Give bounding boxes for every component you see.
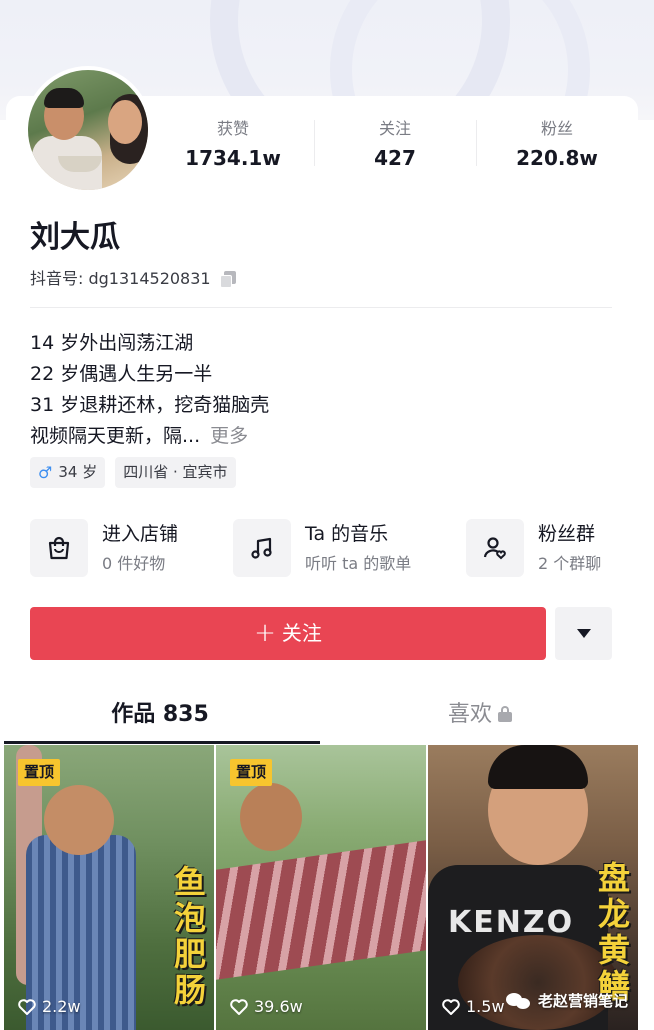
watermark-text: 老赵营销笔记 xyxy=(538,992,629,1010)
age-tag: ♂ 34 岁 xyxy=(30,457,106,488)
shop-title: 进入店铺 xyxy=(102,523,179,545)
video-thumbnail[interactable]: KENZO 盘龙黄鳝 1.5w xyxy=(428,745,638,1030)
video-title: 鱼泡肥肠 xyxy=(169,865,207,1009)
like-count: 39.6w xyxy=(230,997,303,1016)
music-subtitle: 听听 ta 的歌单 xyxy=(305,554,412,573)
bio-line: 22 岁偶遇人生另一半 xyxy=(30,363,213,385)
like-count: 1.5w xyxy=(442,997,505,1016)
copy-icon[interactable] xyxy=(219,270,237,288)
dropdown-triangle-icon xyxy=(576,629,591,638)
shopping-bag-icon xyxy=(30,519,88,577)
fan-group-subtitle: 2 个群聊 xyxy=(538,554,602,573)
pinned-badge: 置顶 xyxy=(18,759,61,786)
profile-tags: ♂ 34 岁 四川省 · 宜宾市 xyxy=(30,457,236,488)
like-count: 2.2w xyxy=(18,997,81,1016)
bio-line: 14 岁外出闯荡江湖 xyxy=(30,332,194,354)
stat-value: 1734.1w xyxy=(185,146,281,170)
pinned-badge: 置顶 xyxy=(230,759,273,786)
video-thumbnail[interactable]: 置顶 鱼泡肥肠 2.2w xyxy=(4,745,214,1030)
music-title: Ta 的音乐 xyxy=(305,523,389,545)
stat-label: 关注 xyxy=(378,119,411,138)
stats-bar: 获赞 1734.1w 关注 427 粉丝 220.8w xyxy=(152,118,638,178)
heart-icon xyxy=(18,998,36,1015)
follow-button[interactable]: + 关注 xyxy=(30,607,546,660)
heart-icon xyxy=(442,998,460,1015)
avatar[interactable] xyxy=(24,66,152,194)
douyin-id: 抖音号: dg1314520831 xyxy=(30,268,237,290)
stat-following[interactable]: 关注 427 xyxy=(314,118,476,178)
bio-line: 视频隔天更新，隔... 更多 xyxy=(30,425,249,447)
fan-group-title: 粉丝群 xyxy=(538,523,596,545)
shop-subtitle: 0 件好物 xyxy=(102,554,166,573)
stat-value: 427 xyxy=(374,146,416,170)
location-tag: 四川省 · 宜宾市 xyxy=(115,457,236,488)
watermark: 老赵营销笔记 xyxy=(506,990,628,1011)
music-entry[interactable]: Ta 的音乐 听听 ta 的歌单 xyxy=(233,518,411,578)
more-options-button[interactable] xyxy=(555,607,612,660)
video-thumbnail[interactable]: 置顶 39.6w xyxy=(216,745,426,1030)
active-tab-indicator xyxy=(4,741,320,744)
stat-value: 220.8w xyxy=(516,146,598,170)
stat-label: 粉丝 xyxy=(540,119,573,138)
tab-likes[interactable]: 喜欢 xyxy=(320,690,640,744)
divider xyxy=(30,307,612,308)
heart-icon xyxy=(230,998,248,1015)
follow-label: 关注 xyxy=(281,621,322,645)
douyin-id-text: 抖音号: dg1314520831 xyxy=(30,269,211,288)
video-title: 盘龙黄鳝 xyxy=(593,861,631,1005)
video-grid: 置顶 鱼泡肥肠 2.2w 置顶 39.6w KENZO 盘龙黄鳝 1.5w xyxy=(4,745,638,1030)
bio[interactable]: 14 岁外出闯荡江湖 22 岁偶遇人生另一半 31 岁退耕还林，挖奇猫脑壳 视频… xyxy=(30,328,269,452)
wechat-icon xyxy=(506,991,532,1011)
stat-likes[interactable]: 获赞 1734.1w xyxy=(152,118,314,178)
bio-more-link[interactable]: 更多 xyxy=(210,425,248,447)
shop-entry[interactable]: 进入店铺 0 件好物 xyxy=(30,518,178,578)
stat-label: 获赞 xyxy=(216,119,249,138)
music-note-icon xyxy=(233,519,291,577)
tab-works[interactable]: 作品 835 xyxy=(0,690,320,744)
profile-name: 刘大瓜 xyxy=(30,220,120,255)
fan-group-entry[interactable]: 粉丝群 2 个群聊 xyxy=(466,518,601,578)
service-row: 进入店铺 0 件好物 Ta 的音乐 听听 ta 的歌单 粉丝群 2 个群聊 xyxy=(30,518,614,578)
plus-icon: + xyxy=(254,618,276,648)
shirt-brand-text: KENZO xyxy=(448,905,575,940)
age-text: 34 岁 xyxy=(58,463,98,481)
stat-followers[interactable]: 粉丝 220.8w xyxy=(476,118,638,178)
avatar-image xyxy=(28,70,148,190)
tab-likes-label: 喜欢 xyxy=(447,702,492,727)
like-count-text: 1.5w xyxy=(466,997,505,1016)
content-tabs: 作品 835 喜欢 xyxy=(0,690,654,744)
bio-line: 31 岁退耕还林，挖奇猫脑壳 xyxy=(30,394,270,416)
fan-group-icon xyxy=(466,519,524,577)
like-count-text: 2.2w xyxy=(42,997,81,1016)
like-count-text: 39.6w xyxy=(254,997,303,1016)
male-icon: ♂ xyxy=(38,463,53,482)
lock-icon xyxy=(498,706,512,722)
